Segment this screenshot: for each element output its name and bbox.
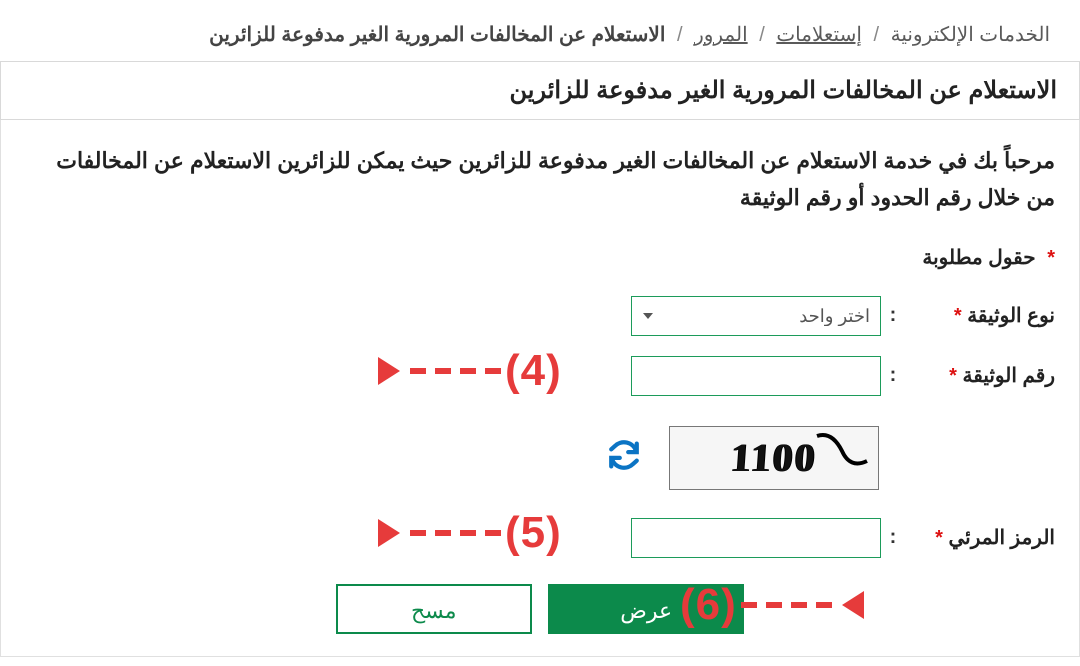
arrowhead-icon (378, 519, 400, 547)
colon: : (881, 526, 905, 549)
document-number-control (631, 356, 881, 396)
annotation-arrow-icon (410, 368, 501, 374)
arrowhead-icon (842, 591, 864, 619)
crumb-sep: / (873, 24, 879, 46)
captcha-input[interactable] (631, 518, 881, 558)
annotation-6: (6) (680, 580, 864, 630)
annotation-4: (4) (378, 346, 562, 396)
captcha-text: 1100 (729, 434, 818, 481)
document-type-select[interactable]: اختر واحد (631, 296, 881, 336)
arrowhead-icon (378, 357, 400, 385)
document-type-label: نوع الوثيقة * (905, 303, 1055, 328)
required-star-icon: * (954, 305, 962, 327)
annotation-5: (5) (378, 508, 562, 558)
captcha-label: الرمز المرئي * (905, 525, 1055, 550)
crumb-inquiries[interactable]: إستعلامات (776, 24, 862, 46)
annotation-arrow-icon (410, 530, 501, 536)
captcha-image: 1100 (669, 426, 879, 490)
crumb-traffic[interactable]: المرور (694, 24, 748, 46)
required-star-icon: * (935, 527, 943, 549)
crumb-eservices[interactable]: الخدمات الإلكترونية (891, 24, 1050, 46)
annotation-5-label: (5) (505, 508, 562, 558)
annotation-arrow-icon (741, 602, 832, 608)
document-type-control: اختر واحد (631, 296, 881, 336)
annotation-4-label: (4) (505, 346, 562, 396)
document-number-input[interactable] (631, 356, 881, 396)
required-fields-label: حقول مطلوبة (922, 247, 1035, 269)
required-fields-note: * حقول مطلوبة (25, 245, 1055, 270)
required-star-icon: * (1047, 247, 1055, 269)
panel-title: الاستعلام عن المخالفات المرورية الغير مد… (0, 61, 1080, 120)
button-row: عرض مسح (25, 584, 1055, 634)
colon: : (881, 304, 905, 327)
crumb-sep: / (759, 24, 765, 46)
row-document-type: نوع الوثيقة * : اختر واحد (25, 296, 1055, 336)
clear-button[interactable]: مسح (336, 584, 532, 634)
crumb-current: الاستعلام عن المخالفات المرورية الغير مد… (209, 24, 665, 46)
breadcrumb: الخدمات الإلكترونية / إستعلامات / المرور… (0, 0, 1080, 61)
captcha-block: 1100 (25, 426, 879, 490)
document-number-label: رقم الوثيقة * (905, 363, 1055, 388)
intro-text: مرحباً بك في خدمة الاستعلام عن المخالفات… (25, 142, 1055, 217)
annotation-6-label: (6) (680, 580, 737, 630)
captcha-control (631, 518, 881, 558)
colon: : (881, 364, 905, 387)
refresh-captcha-icon[interactable] (607, 438, 641, 478)
crumb-sep: / (677, 24, 683, 46)
required-star-icon: * (949, 365, 957, 387)
